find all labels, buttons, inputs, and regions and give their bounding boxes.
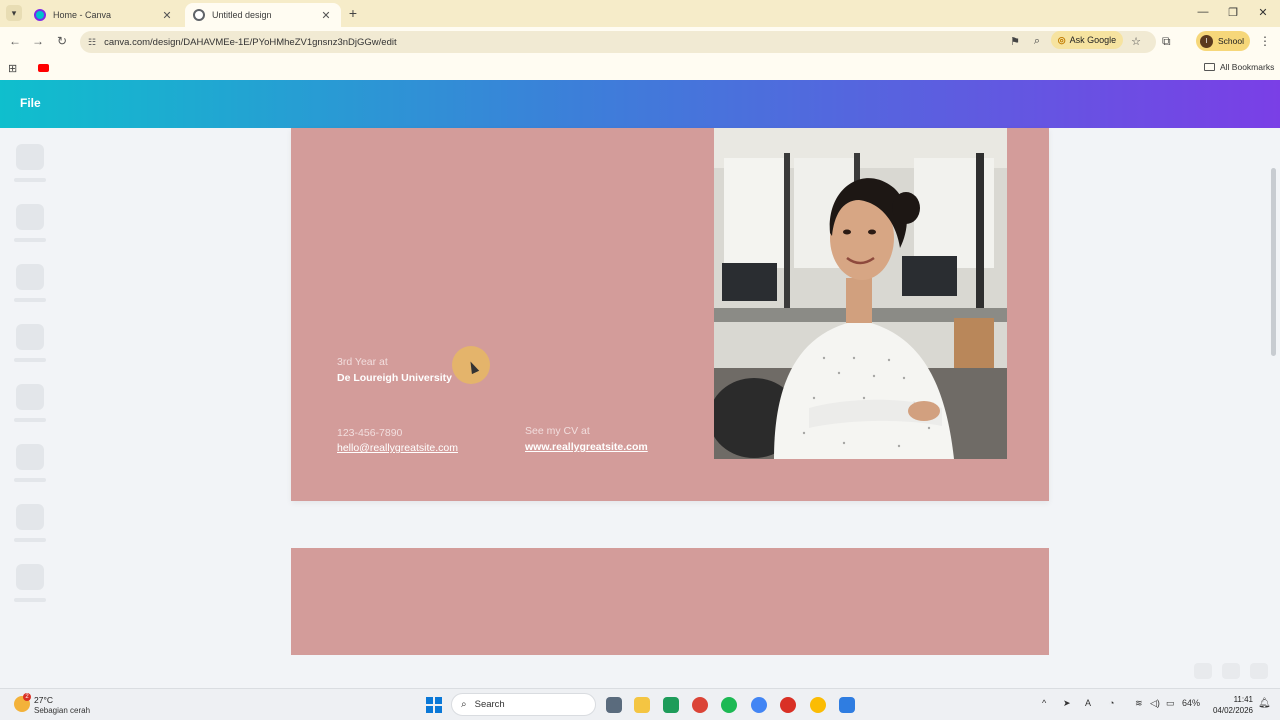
windows-start-icon[interactable] [426, 697, 442, 713]
google-lens-icon: ◎ [1057, 34, 1066, 45]
bookmark-star-icon[interactable]: ☆ [1128, 35, 1144, 48]
design-page-2[interactable] [291, 548, 1049, 655]
window-close-icon[interactable]: ✕ [1248, 6, 1278, 19]
portrait-photo[interactable] [714, 128, 1007, 459]
windows-taskbar: 2 27°C Sebagian cerah ⌕ Search ^ ➤ A ◔ ≋… [0, 688, 1280, 720]
cv-label-text[interactable]: See my CV at [525, 425, 590, 437]
youtube-bookmark-icon[interactable] [38, 64, 49, 72]
sidebar-placeholder [14, 504, 46, 542]
url-text: canva.com/design/DAHAVMEe-1E/PYoHMheZV1g… [104, 36, 397, 48]
file-menu-button[interactable]: File [20, 96, 41, 110]
search-label: Search [474, 699, 505, 710]
zoom-control[interactable] [1194, 663, 1212, 679]
portrait-illustration [714, 128, 1007, 459]
forward-arrow-icon[interactable]: → [29, 34, 47, 48]
sidebar-placeholder [14, 204, 46, 242]
ask-google-label: Ask Google [1069, 35, 1117, 45]
university-text[interactable]: De Loureigh University [337, 372, 452, 384]
clock-date: 04/02/2026 [1212, 706, 1253, 715]
tab-untitled-design[interactable]: Untitled design ✕ [185, 3, 341, 27]
all-bookmarks-button[interactable]: All Bookmarks [1204, 62, 1274, 72]
sidebar-placeholder [14, 144, 46, 182]
browser-tab-strip: ▾ Home - Canva ✕ Untitled design ✕ + — ❐… [0, 0, 1280, 27]
clock-time: 11:41 [1233, 695, 1253, 704]
search-icon: ⌕ [461, 699, 467, 710]
chrome-active-icon[interactable] [810, 697, 826, 713]
tab-close-icon[interactable]: ✕ [160, 9, 174, 22]
sidebar-placeholder [14, 564, 46, 602]
translate-icon[interactable]: ⚑ [1007, 35, 1023, 48]
address-bar[interactable]: ☷ canva.com/design/DAHAVMEe-1E/PYoHMheZV… [80, 31, 1156, 53]
file-explorer-icon[interactable] [634, 697, 650, 713]
sync-icon[interactable]: ◔ [1109, 698, 1114, 708]
sidebar-placeholder [14, 444, 46, 482]
location-icon[interactable]: ➤ [1063, 698, 1071, 709]
taskbar-clock[interactable]: 11:41 04/02/2026 [1207, 694, 1253, 716]
year-text[interactable]: 3rd Year at [337, 356, 388, 368]
site-settings-icon[interactable]: ☷ [88, 37, 96, 48]
tab-title: Home - Canva [53, 10, 112, 20]
chrome-profile-icon[interactable] [751, 697, 767, 713]
battery-icon[interactable]: ▭ [1166, 698, 1175, 709]
design-page-1[interactable]: 3rd Year at De Loureigh University 123-4… [291, 128, 1049, 501]
extensions-icon[interactable]: ⧉ [1162, 34, 1171, 49]
apps-grid-icon[interactable]: ⊞ [8, 62, 17, 75]
page-favicon-icon [193, 9, 205, 21]
sidebar-placeholder [14, 384, 46, 422]
canva-favicon-icon [34, 9, 46, 21]
profile-button[interactable]: I School [1196, 31, 1250, 51]
notification-bell-icon[interactable]: 🔔︎ [1258, 698, 1271, 709]
tab-home-canva[interactable]: Home - Canva ✕ [26, 3, 182, 27]
wifi-icon[interactable]: ≋ [1135, 698, 1143, 709]
sidebar-placeholder [14, 324, 46, 362]
fullscreen-control[interactable] [1250, 663, 1268, 679]
tab-close-icon[interactable]: ✕ [319, 9, 333, 22]
sidebar-placeholder [14, 264, 46, 302]
cv-website-link[interactable]: www.reallygreatsite.com [525, 441, 648, 453]
new-tab-plus-icon[interactable]: + [344, 5, 362, 21]
minimize-icon[interactable]: — [1188, 6, 1218, 18]
restore-icon[interactable]: ❐ [1218, 6, 1248, 19]
tab-title: Untitled design [212, 10, 272, 20]
bookmarks-bar: ⊞ All Bookmarks [0, 57, 1280, 80]
battery-percent: 64% [1182, 698, 1201, 708]
vertical-scrollbar[interactable] [1271, 168, 1276, 356]
tab-search-icon[interactable]: ▾ [6, 5, 22, 21]
task-view-icon[interactable] [606, 697, 622, 713]
all-bookmarks-label: All Bookmarks [1220, 62, 1275, 72]
tray-chevron-icon[interactable]: ^ [1042, 698, 1046, 708]
avatar: I [1200, 34, 1213, 48]
notepad-icon[interactable] [839, 697, 855, 713]
zoom-icon[interactable]: ⌕ [1029, 35, 1045, 48]
volume-icon[interactable]: ◁) [1150, 698, 1160, 709]
email-link[interactable]: hello@reallygreatsite.com [337, 442, 458, 454]
taskbar-search[interactable]: ⌕ Search [451, 693, 596, 716]
phone-text[interactable]: 123-456-7890 [337, 427, 402, 439]
profile-label: School [1218, 36, 1244, 46]
weather-notification-badge: 2 [23, 693, 31, 701]
screen-recorder-icon[interactable] [780, 697, 796, 713]
pages-control[interactable] [1222, 663, 1240, 679]
browser-toolbar: ← → ↻ ☷ canva.com/design/DAHAVMEe-1E/PYo… [0, 27, 1280, 57]
folder-icon [1204, 63, 1215, 71]
weather-temperature[interactable]: 27°C [34, 695, 53, 705]
edge-browser-icon[interactable] [663, 697, 679, 713]
ask-google-button[interactable]: ◎ Ask Google [1051, 31, 1123, 49]
sidebar-skeleton [0, 128, 62, 688]
input-language-icon[interactable]: A [1085, 698, 1091, 708]
reload-icon[interactable]: ↻ [53, 34, 71, 48]
browser-menu-icon[interactable]: ⋮ [1259, 34, 1271, 48]
canva-header: File [0, 80, 1280, 128]
chrome-icon[interactable] [692, 697, 708, 713]
weather-description[interactable]: Sebagian cerah [34, 706, 90, 715]
back-arrow-icon[interactable]: ← [6, 34, 24, 48]
spotify-icon[interactable] [721, 697, 737, 713]
